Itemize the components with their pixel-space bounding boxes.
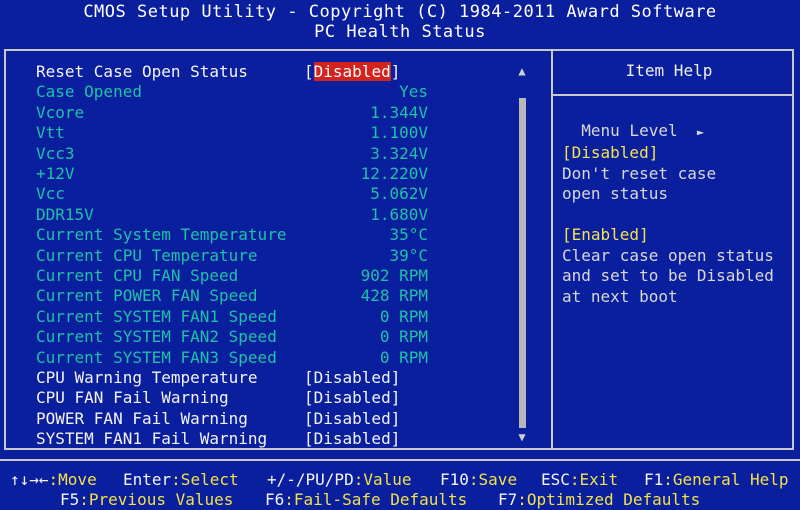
- key-name: F5: [60, 490, 80, 509]
- setting-value: 1.680V: [370, 204, 428, 224]
- setting-label: Vcore: [36, 102, 85, 122]
- scroll-up-icon[interactable]: ▲: [516, 65, 528, 77]
- help-line: Clear case open status: [562, 245, 774, 265]
- help-title-divider: [553, 94, 794, 96]
- menu-level-label: Menu Level: [581, 121, 678, 140]
- menu-level-arrow-icon: ►: [696, 125, 705, 139]
- key-name: F1: [644, 470, 664, 489]
- window-title: CMOS Setup Utility - Copyright (C) 1984-…: [83, 2, 717, 22]
- key-description: :Previous Values: [79, 490, 234, 509]
- setting-value: 428 RPM: [360, 286, 428, 306]
- setting-label: POWER FAN Fail Warning: [36, 408, 248, 428]
- key-description: :Select: [171, 470, 239, 489]
- setting-value[interactable]: [Disabled]: [304, 62, 400, 82]
- key-hint: F5:Previous Values: [60, 490, 233, 509]
- setting-label: Current SYSTEM FAN1 Speed: [36, 306, 277, 326]
- setting-label: Vtt: [36, 123, 65, 143]
- setting-value: 1.344V: [370, 102, 428, 122]
- setting-value: 39°C: [389, 245, 428, 265]
- setting-label: Current CPU Temperature: [36, 245, 258, 265]
- key-name: ↑↓→←: [10, 470, 49, 489]
- help-line: [Disabled]: [562, 143, 659, 162]
- setting-value: 902 RPM: [360, 266, 428, 285]
- help-line: at next boot: [562, 286, 678, 306]
- setting-label: SYSTEM FAN1 Fail Warning: [36, 429, 268, 449]
- panel-divider: [551, 51, 553, 448]
- scrollbar-track[interactable]: [519, 98, 526, 428]
- help-line: open status: [562, 184, 668, 203]
- setting-value: 0 RPM: [379, 306, 428, 326]
- key-description: :General Help: [663, 470, 789, 489]
- key-description: :Optimized Defaults: [517, 490, 701, 509]
- key-hint: F1:General Help: [644, 470, 789, 489]
- key-hint: ↑↓→←:Move: [10, 470, 97, 489]
- item-help-title: Item Help: [625, 61, 713, 80]
- setting-value: 0 RPM: [379, 327, 428, 347]
- key-name: ESC: [541, 470, 570, 489]
- selected-option-highlight[interactable]: Disabled: [313, 62, 391, 81]
- scroll-down-icon[interactable]: ▼: [516, 431, 528, 443]
- setting-label: Current SYSTEM FAN2 Speed: [36, 327, 277, 347]
- setting-label: Reset Case Open Status: [36, 62, 248, 81]
- key-name: F7: [498, 490, 518, 509]
- setting-value[interactable]: [Disabled]: [304, 409, 400, 429]
- setting-value: 1.100V: [370, 123, 428, 143]
- setting-label: Current POWER FAN Speed: [36, 286, 258, 306]
- key-name: F6: [265, 490, 285, 509]
- key-description: :Exit: [569, 470, 619, 489]
- key-hint: +/-/PU/PD:Value: [267, 470, 412, 489]
- setting-value: 12.220V: [360, 164, 428, 183]
- setting-value: Yes: [399, 82, 428, 102]
- footer-divider: [0, 459, 800, 461]
- setting-value: 35°C: [389, 225, 428, 245]
- help-line: Don't reset case: [562, 163, 717, 183]
- setting-label: Case Opened: [36, 82, 142, 102]
- help-line: and set to be Disabled: [562, 266, 774, 285]
- key-description: :Save: [468, 470, 518, 489]
- setting-label: Vcc: [36, 184, 65, 204]
- key-name: Enter: [123, 470, 172, 489]
- setting-label: DDR15V: [36, 204, 94, 224]
- setting-value[interactable]: [Disabled]: [304, 429, 400, 449]
- scrollbar[interactable]: ▲ ▼: [516, 65, 528, 444]
- key-name: +/-/PU/PD: [267, 470, 354, 489]
- setting-value: 5.062V: [370, 184, 428, 204]
- key-hint: F7:Optimized Defaults: [498, 490, 700, 509]
- key-description: :Value: [353, 470, 412, 489]
- setting-label: CPU Warning Temperature: [36, 368, 258, 387]
- key-hint: F6:Fail-Safe Defaults: [265, 490, 467, 509]
- setting-value[interactable]: [Disabled]: [304, 368, 400, 388]
- menu-level-row: Menu Level ►: [562, 102, 704, 140]
- setting-label: Current System Temperature: [36, 225, 287, 245]
- page-title: PC Health Status: [314, 22, 486, 42]
- setting-label: CPU FAN Fail Warning: [36, 388, 229, 408]
- setting-value: 0 RPM: [379, 347, 428, 367]
- key-hint: Enter:Select: [123, 470, 239, 489]
- setting-label: Current CPU FAN Speed: [36, 266, 239, 285]
- key-hint: ESC:Exit: [541, 470, 618, 489]
- key-name: F10: [440, 470, 469, 489]
- setting-value: 3.324V: [370, 143, 428, 163]
- setting-label: Vcc3: [36, 143, 75, 163]
- key-hint: F10:Save: [440, 470, 517, 489]
- setting-label: +12V: [36, 164, 75, 183]
- setting-value[interactable]: [Disabled]: [304, 388, 400, 408]
- key-description: :Move: [48, 470, 97, 489]
- setting-label: Current SYSTEM FAN3 Speed: [36, 347, 277, 367]
- key-description: :Fail-Safe Defaults: [284, 490, 468, 509]
- help-line: [Enabled]: [562, 225, 649, 244]
